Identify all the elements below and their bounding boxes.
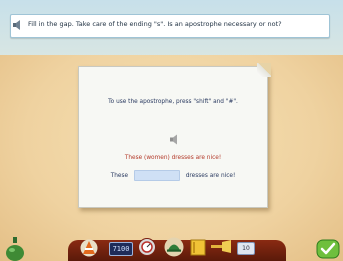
helmet-icon[interactable] <box>164 237 184 257</box>
example-sentence: These (women) dresses are nice! <box>124 155 222 161</box>
cone-icon[interactable] <box>80 239 98 257</box>
book-icon[interactable] <box>190 239 206 256</box>
gap-row: These dresses are nice! <box>79 170 267 181</box>
instruction-text: Fill in the gap. Take care of the ending… <box>28 20 282 28</box>
exercise-paper: To use the apostrophe, press "shift" and… <box>78 63 271 208</box>
bottom-toolbar: 7100 10 <box>0 234 343 261</box>
check-icon[interactable] <box>316 239 340 259</box>
gap-before-text: These <box>110 173 129 179</box>
paper-curl <box>257 63 271 77</box>
horn-icon[interactable] <box>210 240 232 254</box>
instruction-bar: Fill in the gap. Take care of the ending… <box>10 14 330 38</box>
apostrophe-hint: To use the apostrophe, press "shift" and… <box>108 99 238 105</box>
gap-after-text: dresses are nice! <box>185 173 236 179</box>
score-display: 7100 <box>109 242 133 256</box>
speaker-icon[interactable] <box>169 134 181 145</box>
bottle-icon[interactable] <box>4 236 26 261</box>
gap-input[interactable] <box>133 170 180 181</box>
page-counter: 10 <box>237 242 255 255</box>
gauge-icon[interactable] <box>138 238 156 256</box>
speaker-icon[interactable] <box>12 19 24 31</box>
